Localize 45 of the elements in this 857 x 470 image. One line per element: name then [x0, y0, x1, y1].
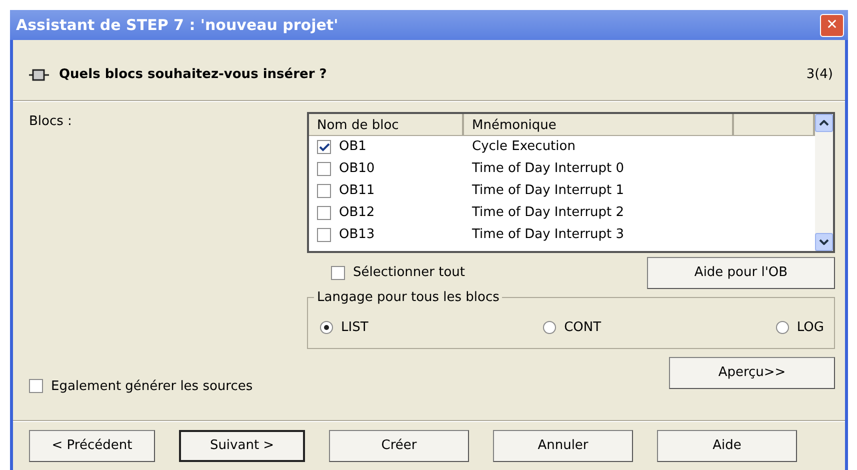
- radio-button[interactable]: [543, 321, 556, 334]
- table-cell-text: OB12: [339, 204, 375, 222]
- table-cell-text: Time of Day Interrupt 3: [471, 226, 624, 244]
- checkbox-label: Egalement générer les sources: [51, 378, 253, 396]
- dialog-button[interactable]: < Précédent: [29, 430, 155, 462]
- table-cell-text: Cycle Execution: [471, 138, 576, 156]
- scroll-up-button[interactable]: [815, 114, 833, 132]
- page-heading: Quels blocs souhaitez-vous insérer ?: [59, 66, 327, 84]
- checkbox-label: Sélectionner tout: [353, 264, 466, 282]
- table-cell-text: OB13: [339, 226, 375, 244]
- scroll-down-button[interactable]: [815, 233, 833, 251]
- checkbox[interactable]: [331, 266, 345, 280]
- checkbox[interactable]: [317, 140, 331, 154]
- dialog-button[interactable]: Aide: [657, 430, 797, 462]
- radio-label: CONT: [564, 319, 602, 337]
- checkbox[interactable]: [317, 206, 331, 220]
- window-title: Assistant de STEP 7 : 'nouveau projet': [16, 14, 338, 36]
- step-counter: 3(4): [806, 66, 833, 84]
- checkbox[interactable]: [317, 228, 331, 242]
- checkbox[interactable]: [317, 162, 331, 176]
- chevron-down-icon: [819, 239, 829, 245]
- scrollbar[interactable]: [815, 114, 833, 251]
- dialog-button[interactable]: Suivant >: [179, 430, 305, 462]
- table-cell-text: OB10: [339, 160, 375, 178]
- dialog-button[interactable]: Annuler: [493, 430, 633, 462]
- checkbox[interactable]: [29, 379, 43, 394]
- table-cell-text: Time of Day Interrupt 0: [471, 160, 624, 178]
- chevron-up-icon: [819, 120, 829, 126]
- table-cell-text: Time of Day Interrupt 2: [471, 204, 624, 222]
- dialog-button[interactable]: Créer: [329, 430, 469, 462]
- radio-label: LIST: [341, 319, 368, 337]
- column-header[interactable]: Mnémonique: [464, 114, 734, 135]
- radio-button[interactable]: [320, 321, 333, 334]
- column-header[interactable]: Nom de bloc: [309, 114, 464, 135]
- ob-help-button[interactable]: Aide pour l'OB: [647, 257, 835, 289]
- field-label: Blocs :: [29, 113, 73, 131]
- block-icon: [29, 69, 49, 81]
- radio-button[interactable]: [776, 321, 789, 334]
- table-cell-text: Time of Day Interrupt 1: [471, 182, 624, 200]
- checkbox[interactable]: [317, 184, 331, 198]
- preview-button[interactable]: Aperçu>>: [669, 356, 835, 388]
- table-cell-text: OB1: [339, 138, 366, 156]
- radio-label: LOG: [796, 319, 824, 337]
- table-cell-text: OB11: [339, 182, 375, 200]
- close-button[interactable]: ✕: [820, 14, 844, 36]
